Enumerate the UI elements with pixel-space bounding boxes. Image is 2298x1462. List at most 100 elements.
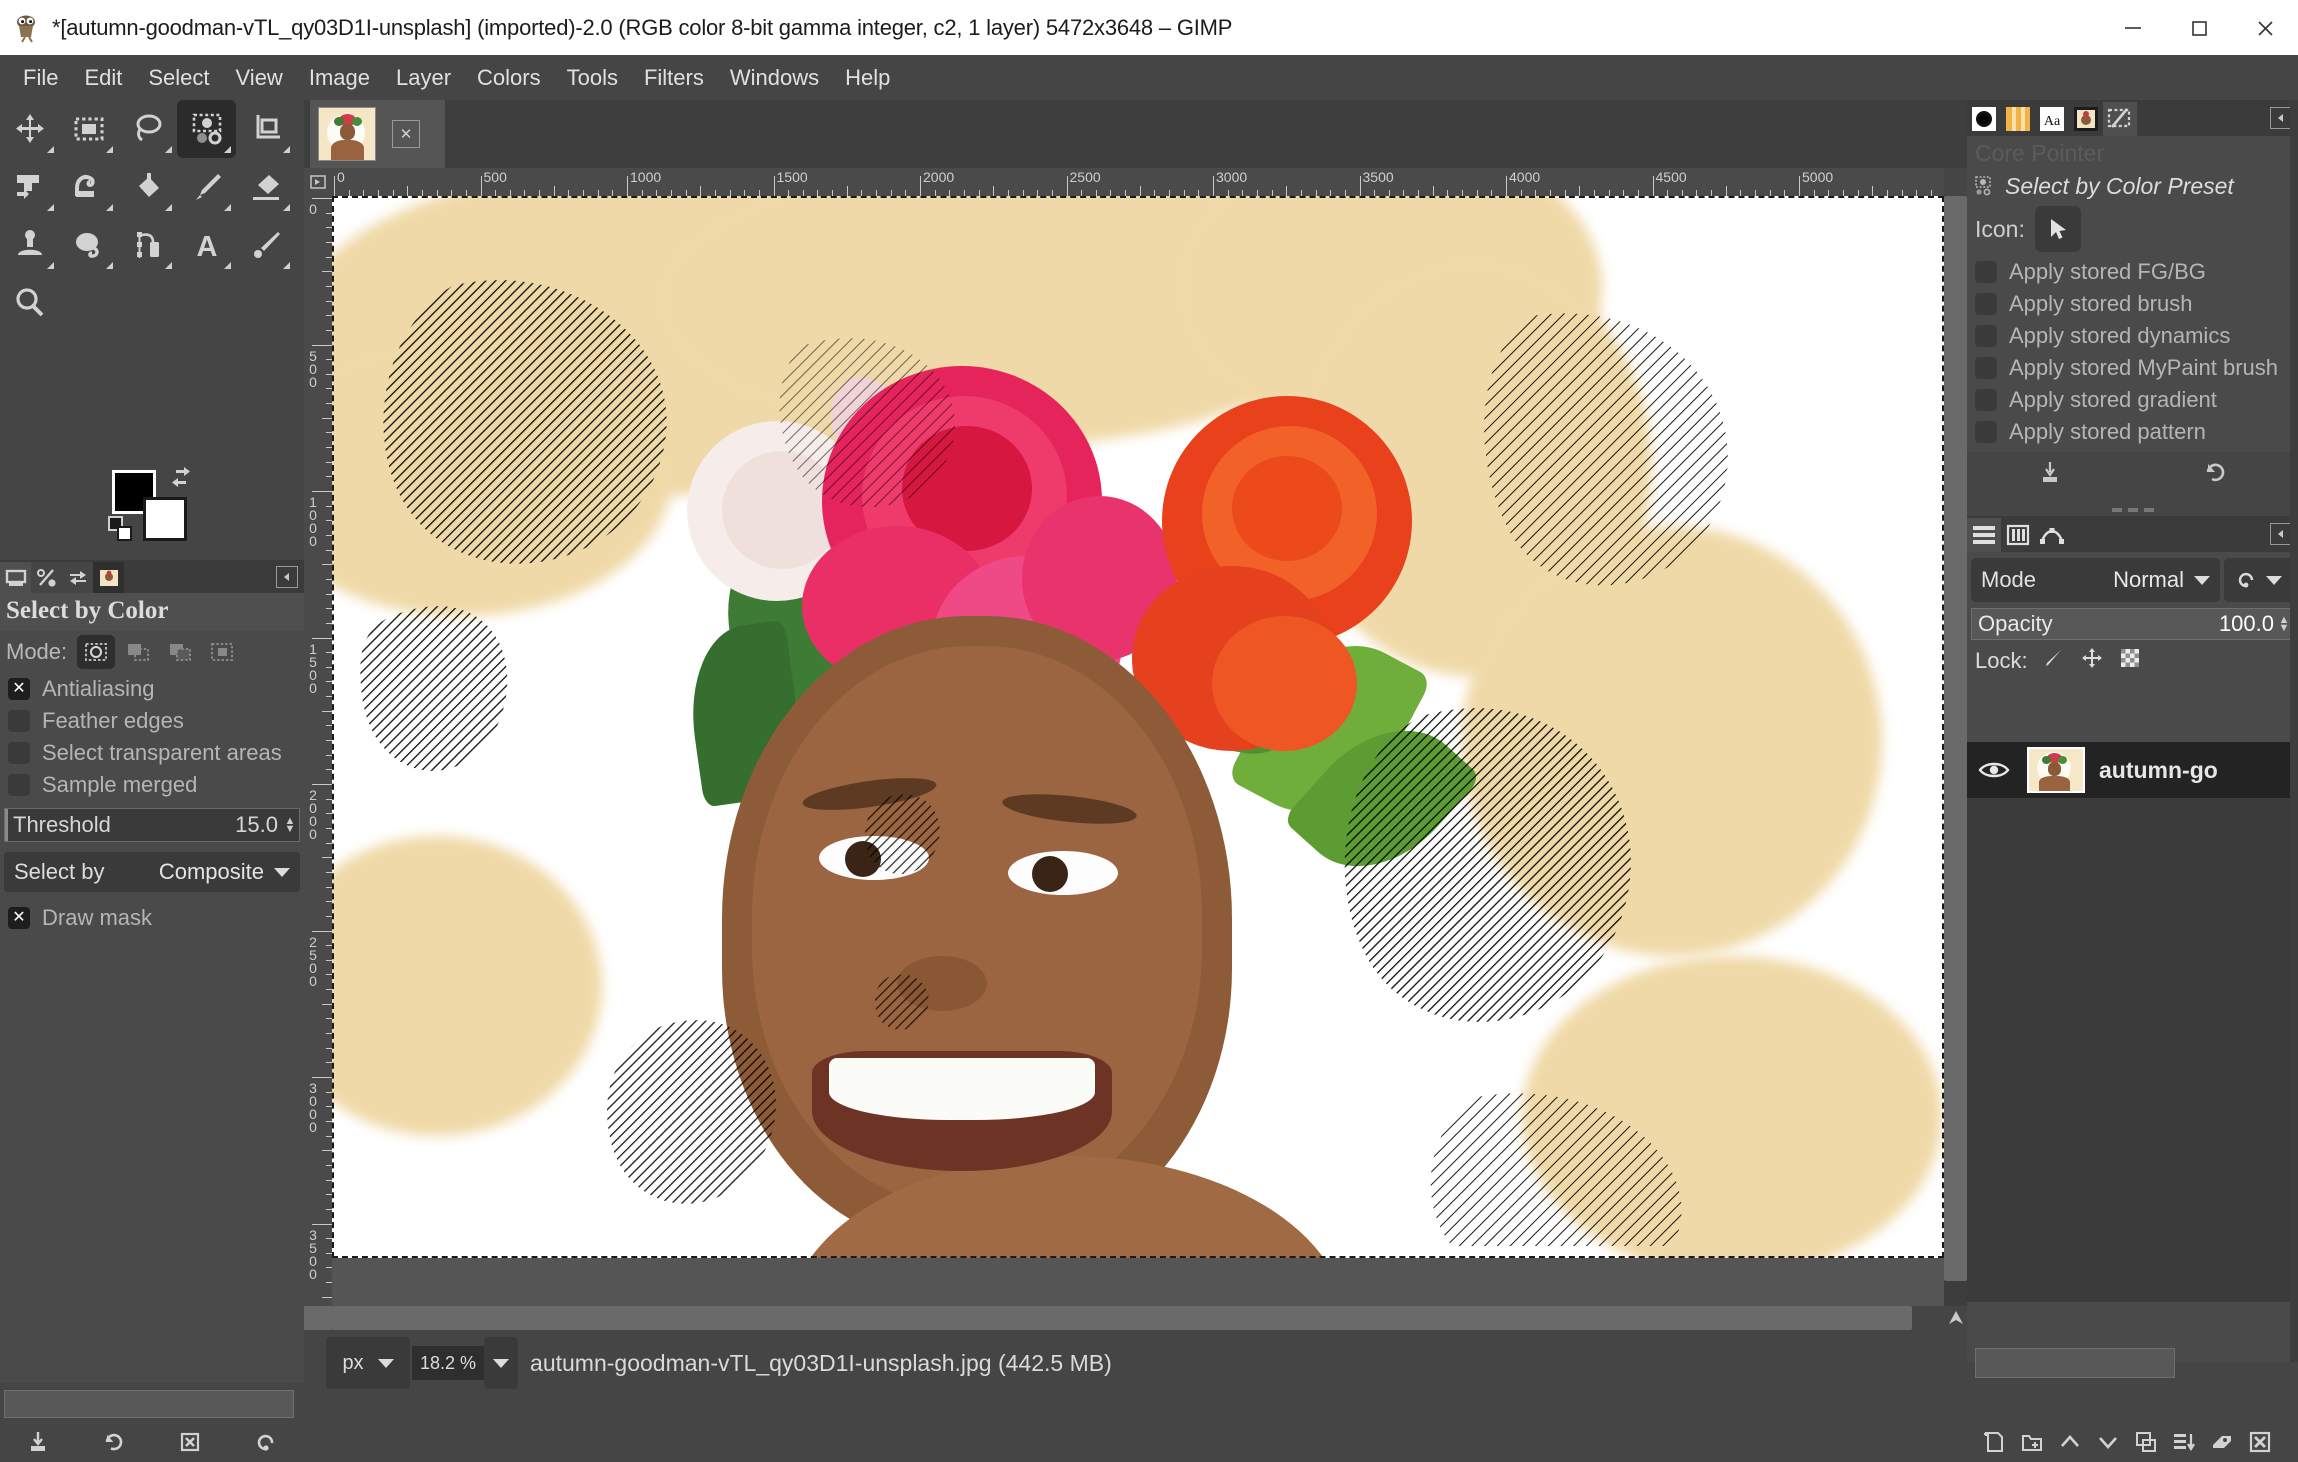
lock-position-icon[interactable] bbox=[2080, 646, 2104, 675]
raise-layer-button[interactable] bbox=[2053, 1426, 2087, 1458]
menu-tools[interactable]: Tools bbox=[554, 61, 631, 95]
draw-mask-row[interactable]: ✕ Draw mask bbox=[0, 902, 304, 934]
select-by-color-tool[interactable] bbox=[177, 100, 236, 158]
new-layer-group-button[interactable] bbox=[2015, 1426, 2049, 1458]
anchor-layer-button[interactable] bbox=[2205, 1426, 2239, 1458]
dock-menu-icon[interactable] bbox=[2270, 523, 2292, 545]
chevron-down-icon[interactable] bbox=[2194, 575, 2210, 585]
free-select-tool[interactable] bbox=[118, 100, 177, 158]
vertical-scrollbar-thumb[interactable] bbox=[1944, 196, 1967, 1281]
vertical-scrollbar[interactable] bbox=[1944, 196, 1967, 1306]
threshold-spinner[interactable]: ▲ ▼ bbox=[284, 816, 296, 835]
select-transparent-areas-checkbox[interactable] bbox=[8, 742, 30, 764]
undo-history-tab[interactable] bbox=[62, 562, 93, 593]
lower-layer-button[interactable] bbox=[2091, 1426, 2125, 1458]
chevron-down-icon[interactable] bbox=[274, 867, 290, 877]
menu-layer[interactable]: Layer bbox=[383, 61, 464, 95]
navigation-preview-button[interactable] bbox=[1944, 1306, 1967, 1330]
document-history-tab[interactable] bbox=[2069, 102, 2103, 136]
paths-tab[interactable] bbox=[2035, 518, 2069, 552]
layer-composite-mode-button[interactable] bbox=[2224, 558, 2294, 602]
text-tool[interactable]: A bbox=[177, 216, 236, 274]
rectangle-select-tool[interactable] bbox=[59, 100, 118, 158]
fonts-tab[interactable]: Aa bbox=[2035, 102, 2069, 136]
quick-mask-toggle[interactable] bbox=[304, 1306, 332, 1330]
menu-help[interactable]: Help bbox=[832, 61, 903, 95]
threshold-slider[interactable]: Threshold 15.0 ▲ ▼ bbox=[4, 808, 300, 842]
opacity-slider[interactable]: Opacity 100.0 ▲ ▼ bbox=[1971, 608, 2294, 640]
apply-stored-fgbg-row[interactable]: Apply stored FG/BG bbox=[1967, 256, 2298, 288]
feather-edges-row[interactable]: Feather edges bbox=[0, 705, 304, 737]
close-icon[interactable] bbox=[2232, 0, 2298, 55]
device-status-tab[interactable] bbox=[31, 562, 62, 593]
layer-mode-dropdown[interactable]: Mode Normal bbox=[1971, 558, 2220, 602]
apply-stored-mypaint-brush-checkbox[interactable] bbox=[1975, 357, 1997, 379]
sample-merged-row[interactable]: Sample merged bbox=[0, 769, 304, 801]
replace-selection-button[interactable] bbox=[77, 635, 116, 669]
horizontal-ruler[interactable]: 0 500 1000 1500 2000 2500 3000 3500 4000 4500 5000 bbox=[332, 168, 1944, 196]
layers-scroll-area[interactable] bbox=[1975, 1348, 2175, 1378]
unified-transform-tool[interactable] bbox=[0, 158, 59, 216]
apply-stored-gradient-row[interactable]: Apply stored gradient bbox=[1967, 384, 2298, 416]
chevron-down-icon[interactable] bbox=[2266, 575, 2282, 585]
apply-stored-brush-checkbox[interactable] bbox=[1975, 293, 1997, 315]
chevron-down-icon[interactable] bbox=[377, 1358, 394, 1368]
apply-stored-pattern-checkbox[interactable] bbox=[1975, 421, 1997, 443]
menu-filters[interactable]: Filters bbox=[631, 61, 717, 95]
preset-list-item[interactable]: Select by Color Preset bbox=[1967, 171, 2298, 202]
select-transparent-areas-row[interactable]: Select transparent areas bbox=[0, 737, 304, 769]
swap-colors-icon[interactable] bbox=[170, 466, 192, 488]
draw-mask-checkbox[interactable]: ✕ bbox=[8, 907, 30, 929]
layer-visibility-icon[interactable] bbox=[1967, 759, 2021, 781]
tool-options-tab[interactable] bbox=[0, 562, 31, 593]
brushes-tab[interactable] bbox=[1967, 102, 2001, 136]
paintbrush-tool[interactable] bbox=[177, 158, 236, 216]
restore-preset-button[interactable] bbox=[2202, 459, 2228, 490]
restore-tool-preset-button[interactable] bbox=[94, 1425, 134, 1459]
move-tool[interactable] bbox=[0, 100, 59, 158]
sample-merged-checkbox[interactable] bbox=[8, 774, 30, 796]
bucket-fill-tool[interactable] bbox=[118, 158, 177, 216]
ruler-origin-button[interactable] bbox=[304, 168, 332, 196]
lock-pixels-icon[interactable] bbox=[2042, 646, 2066, 675]
apply-stored-pattern-row[interactable]: Apply stored pattern bbox=[1967, 416, 2298, 448]
chevron-down-icon[interactable] bbox=[493, 1358, 510, 1368]
new-layer-button[interactable] bbox=[1977, 1426, 2011, 1458]
select-by-dropdown[interactable]: Select by Composite bbox=[4, 852, 300, 892]
menu-edit[interactable]: Edit bbox=[71, 61, 135, 95]
horizontal-scrollbar[interactable] bbox=[332, 1306, 1912, 1330]
delete-tool-preset-button[interactable] bbox=[170, 1425, 210, 1459]
delete-layer-button[interactable] bbox=[2243, 1426, 2277, 1458]
subtract-from-selection-button[interactable] bbox=[161, 635, 199, 669]
minimize-icon[interactable] bbox=[2100, 0, 2166, 55]
menu-image[interactable]: Image bbox=[296, 61, 383, 95]
opacity-spinner[interactable]: ▲ ▼ bbox=[2278, 615, 2290, 634]
layer-list[interactable]: autumn-go bbox=[1967, 742, 2298, 1302]
autumn-goodman-image-tab[interactable]: ✕ bbox=[310, 100, 445, 168]
vertical-ruler[interactable]: 0 500 1000 1500 2000 2500 3000 3500 bbox=[304, 196, 332, 1306]
zoom-tool[interactable] bbox=[0, 274, 59, 332]
smudge-tool[interactable] bbox=[59, 216, 118, 274]
feather-edges-checkbox[interactable] bbox=[8, 710, 30, 732]
antialiasing-row[interactable]: ✕ Antialiasing bbox=[0, 673, 304, 705]
dock-menu-icon[interactable] bbox=[276, 566, 298, 588]
patterns-tab[interactable] bbox=[2001, 102, 2035, 136]
close-icon[interactable]: ✕ bbox=[392, 120, 420, 148]
save-preset-button[interactable] bbox=[2037, 459, 2063, 490]
tool-options-scroll-area[interactable] bbox=[4, 1390, 294, 1418]
warp-transform-tool[interactable] bbox=[59, 158, 118, 216]
crop-tool[interactable] bbox=[236, 100, 295, 158]
table-row[interactable]: autumn-go bbox=[1967, 742, 2298, 798]
lock-alpha-icon[interactable] bbox=[2118, 646, 2142, 675]
zoom-entry[interactable]: 18.2 % bbox=[412, 1346, 485, 1380]
menu-file[interactable]: File bbox=[10, 61, 71, 95]
tool-presets-tab[interactable] bbox=[2103, 102, 2137, 136]
apply-stored-dynamics-checkbox[interactable] bbox=[1975, 325, 1997, 347]
layers-tab[interactable] bbox=[1967, 518, 2001, 552]
color-picker-tool[interactable] bbox=[236, 216, 295, 274]
dock-resize-grip[interactable] bbox=[1967, 504, 2298, 516]
pointer-icon[interactable] bbox=[2034, 206, 2081, 252]
unit-selector[interactable]: px bbox=[326, 1337, 410, 1389]
canvas-viewport[interactable] bbox=[332, 196, 1944, 1306]
save-tool-preset-button[interactable] bbox=[18, 1425, 58, 1459]
